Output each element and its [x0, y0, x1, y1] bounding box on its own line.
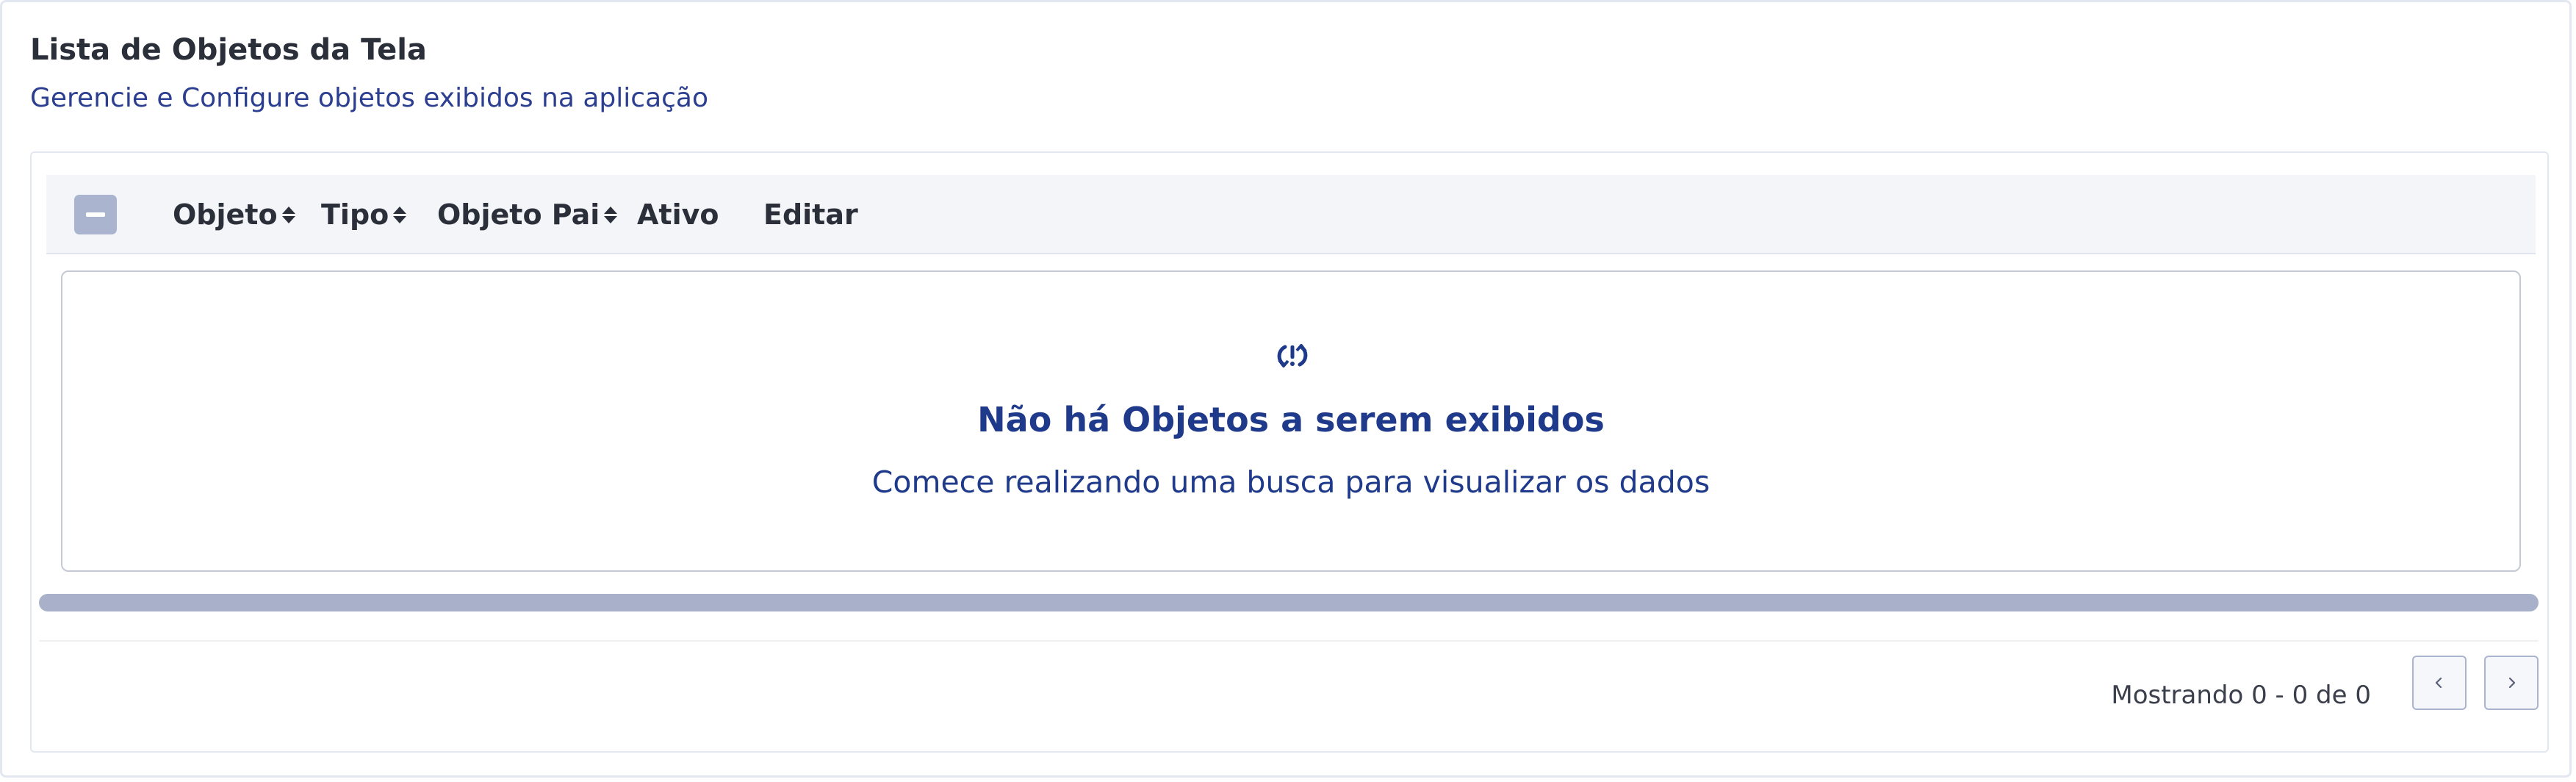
empty-state-message: Comece realizando uma busca para visuali…	[871, 464, 1710, 500]
select-all-checkbox[interactable]	[74, 195, 117, 234]
refresh-alert-icon	[1277, 344, 1308, 367]
page-title: Lista de Objetos da Tela	[30, 33, 427, 67]
table-header: Objeto Tipo Objeto Pai Ativo Editar	[46, 175, 2536, 254]
pagination-info: Mostrando 0 - 0 de 0	[2111, 681, 2371, 710]
indeterminate-icon	[86, 212, 105, 217]
next-page-button[interactable]	[2484, 656, 2539, 710]
column-header-editar: Editar	[763, 197, 858, 232]
column-label: Ativo	[637, 198, 719, 231]
sort-icon	[604, 206, 618, 223]
empty-state-title: Não há Objetos a serem exibidos	[977, 400, 1605, 440]
column-header-objeto[interactable]: Objeto	[173, 197, 295, 232]
column-header-ativo: Ativo	[637, 197, 719, 232]
column-label: Editar	[763, 198, 858, 231]
chevron-left-icon	[2435, 677, 2442, 689]
objects-table-panel: Objeto Tipo Objeto Pai Ativo Editar Não …	[30, 151, 2549, 753]
column-label: Tipo	[321, 198, 389, 231]
column-header-tipo[interactable]: Tipo	[321, 197, 407, 232]
horizontal-scrollbar[interactable]	[39, 594, 2539, 611]
sort-icon	[393, 206, 407, 223]
page-subtitle: Gerencie e Configure objetos exibidos na…	[30, 83, 709, 113]
page-frame: Lista de Objetos da Tela Gerencie e Conf…	[0, 0, 2572, 778]
chevron-right-icon	[2508, 677, 2516, 689]
empty-state: Não há Objetos a serem exibidos Comece r…	[61, 270, 2521, 572]
sort-icon	[281, 206, 295, 223]
footer-divider	[39, 640, 2539, 642]
column-label: Objeto Pai	[437, 198, 600, 231]
column-header-objeto-pai[interactable]: Objeto Pai	[437, 197, 618, 232]
previous-page-button[interactable]	[2412, 656, 2467, 710]
column-label: Objeto	[173, 198, 278, 231]
